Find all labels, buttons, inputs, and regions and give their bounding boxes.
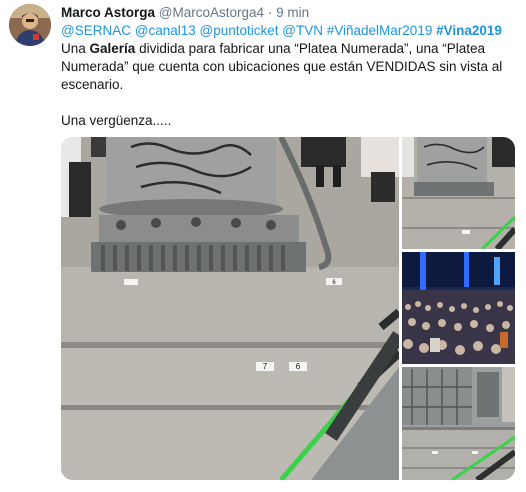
tweet-actions xyxy=(61,486,515,492)
seat-label-2: 7 xyxy=(263,362,268,371)
text-segment: dividida para fabricar una “Platea Numer… xyxy=(135,41,486,56)
mention-puntoticket[interactable]: @puntoticket xyxy=(200,23,279,38)
tweet-text: @SERNAC @canal13 @puntoticket @TVN #Viña… xyxy=(61,22,511,130)
text-segment: Una xyxy=(61,41,90,56)
seat-label-3: 6 xyxy=(296,362,301,371)
photo-4[interactable] xyxy=(402,367,515,480)
author-handle[interactable]: @MarcoAstorga4 xyxy=(159,5,264,20)
timestamp[interactable]: 9 min xyxy=(276,5,309,20)
photo-main[interactable]: 6 7 6 xyxy=(61,137,399,480)
hashtag-vina2019[interactable]: #Vina2019 xyxy=(436,23,502,38)
separator-dot: · xyxy=(267,5,273,20)
photo-2[interactable] xyxy=(402,137,515,249)
mention-tvn[interactable]: @TVN xyxy=(282,23,323,38)
tweet-header: Marco Astorga @MarcoAstorga4 · 9 min xyxy=(61,4,309,22)
mention-canal13[interactable]: @canal13 xyxy=(135,23,196,38)
text-line-4: Una vergüenza..... xyxy=(61,113,172,128)
mention-sernac[interactable]: @SERNAC xyxy=(61,23,131,38)
hashtag-vinadelmar2019[interactable]: #ViñadelMar2019 xyxy=(327,23,433,38)
media-grid: 6 7 6 xyxy=(61,137,515,480)
tweet[interactable]: Marco Astorga @MarcoAstorga4 · 9 min @SE… xyxy=(0,0,526,492)
mentions-line: @SERNAC @canal13 @puntoticket @TVN #Viña… xyxy=(61,22,511,40)
author-name[interactable]: Marco Astorga xyxy=(61,5,155,20)
text-bold-galeria: Galería xyxy=(89,41,136,56)
text-line-2: Numerada” que cuenta con ubicaciones que… xyxy=(61,59,503,74)
avatar[interactable] xyxy=(9,4,51,46)
text-line-1: Una Galería dividida para fabricar una “… xyxy=(61,40,511,58)
text-line-3: escenario. xyxy=(61,77,124,92)
photo-3[interactable] xyxy=(402,252,515,364)
